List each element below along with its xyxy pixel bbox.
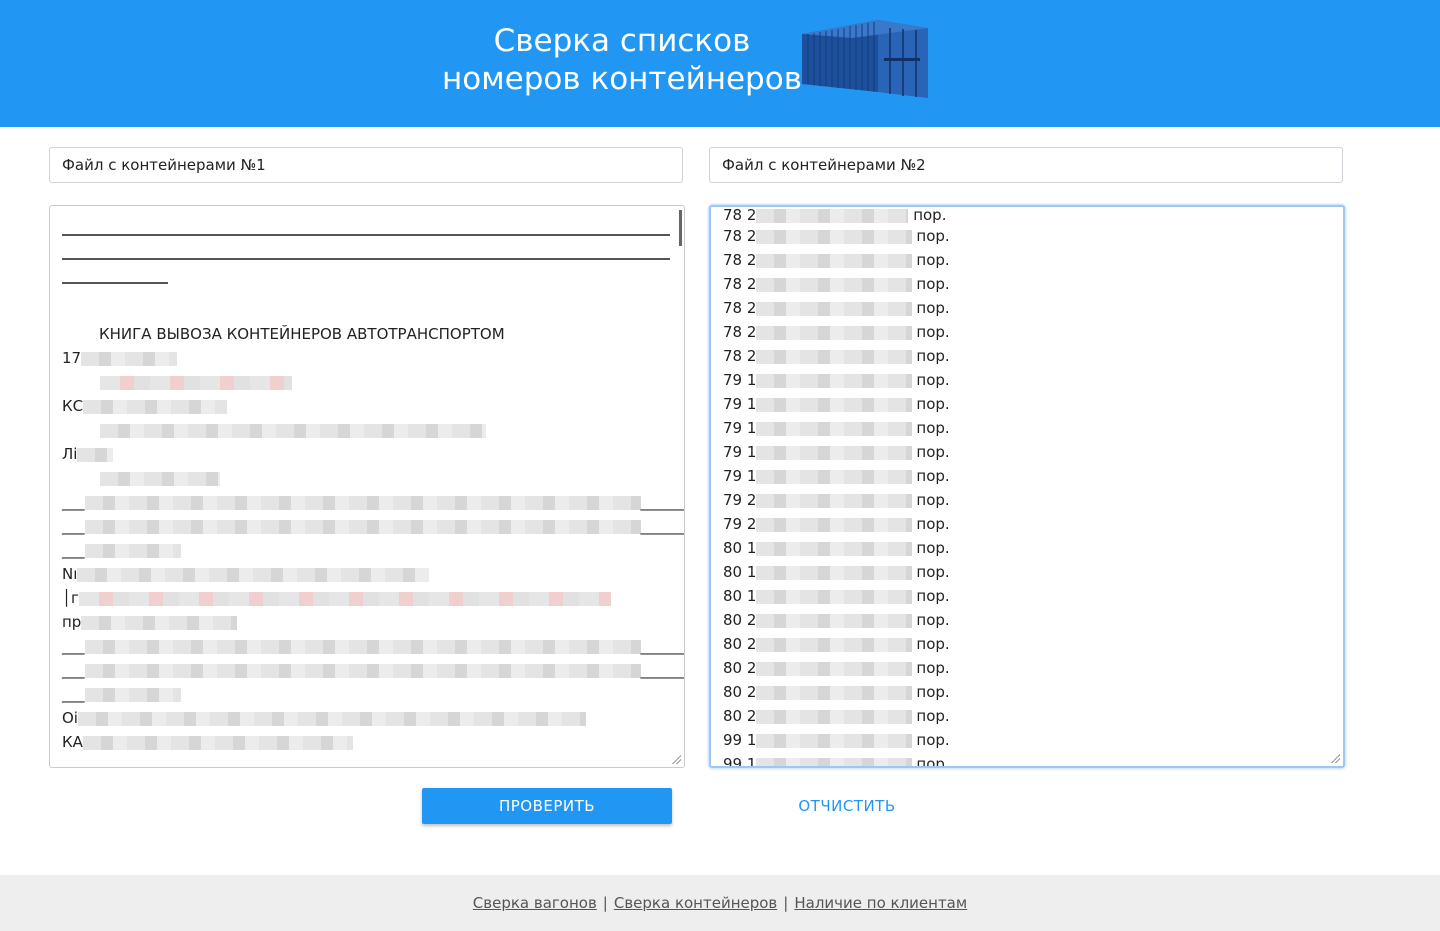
text-line [62, 466, 670, 490]
container-row: 78 2 пор. [723, 251, 950, 269]
container-row: 79 1 пор. [723, 395, 950, 413]
container-row: 79 2 пор. [723, 491, 950, 509]
resize-handle-icon[interactable] [1330, 753, 1340, 763]
container-row: 78 2 пор. [723, 323, 950, 341]
text-line: 78 2 пор. [723, 206, 947, 224]
container-row: 80 1 пор. [723, 539, 950, 557]
text-line [62, 418, 670, 442]
containers-textarea-2[interactable]: 78 2 пор. 78 2 пор. 78 2 пор. 78 2 пор. 78 2 пор… [709, 205, 1345, 768]
page-title: Сверка списков номеров контейнеров [440, 22, 804, 98]
text-line: ___ [62, 538, 670, 562]
container-row: 80 2 пор. [723, 707, 950, 725]
container-row: 78 2 пор. [723, 227, 950, 245]
title-line-2: номеров контейнеров [442, 61, 802, 97]
footer-separator: | [783, 894, 789, 912]
check-button[interactable]: ПРОВЕРИТЬ [422, 788, 672, 824]
container-row: 79 1 пор. [723, 443, 950, 461]
container-row: 80 2 пор. [723, 635, 950, 653]
container-row: 80 2 пор. [723, 683, 950, 701]
footer-link-containers[interactable]: Сверка контейнеров [614, 894, 777, 912]
file2-field[interactable]: Файл с контейнерами №2 [709, 147, 1343, 183]
text-line: ___ ______ [62, 661, 685, 679]
text-line: ___ ______ [62, 517, 685, 535]
file2-label: Файл с контейнерами №2 [722, 156, 926, 174]
container-row: 78 2 пор. [723, 299, 950, 317]
resize-handle-icon[interactable] [671, 754, 681, 764]
container-row: 99 1 пор. [723, 752, 1329, 766]
text-line: пр [62, 610, 670, 634]
container-row: 79 1 пор. [723, 419, 950, 437]
container-row: 78 2 пор. [723, 275, 950, 293]
text-line: 17 [62, 346, 670, 370]
container-row: 79 1 пор. [723, 467, 950, 485]
text-line: КА [62, 730, 670, 754]
text-line: ___ ______ [62, 637, 685, 655]
text-line: ___ [62, 682, 670, 706]
container-row: 80 2 пор. [723, 659, 950, 677]
container-row: 79 2 пор. [723, 515, 950, 533]
container-row: 78 2 пор. [723, 347, 950, 365]
container-row: 80 1 пор. [723, 563, 950, 581]
container-row: 99 1 пор. [723, 731, 950, 749]
title-line-1: Сверка списков [493, 23, 751, 59]
container-row: 79 1 пор. [723, 371, 950, 389]
book-heading: КНИГА ВЫВОЗА КОНТЕЙНЕРОВ АВТОТРАНСПОРТОМ [99, 325, 505, 343]
file1-field[interactable]: Файл с контейнерами №1 [49, 147, 683, 183]
text-line: ___ ______ [62, 493, 685, 511]
containers-textarea-1[interactable]: КНИГА ВЫВОЗА КОНТЕЙНЕРОВ АВТОТРАНСПОРТОМ… [49, 205, 685, 768]
text-line: Оі [62, 706, 670, 730]
footer-link-clients[interactable]: Наличие по клиентам [794, 894, 967, 912]
text-line: │г [62, 586, 670, 610]
container-row: 80 1 пор. [723, 587, 950, 605]
text-line: Лі [62, 442, 670, 466]
footer-link-wagons[interactable]: Сверка вагонов [473, 894, 597, 912]
text-line: КС [62, 394, 670, 418]
text-line [62, 370, 670, 394]
page-header: Сверка списков номеров контейнеров [0, 0, 1440, 127]
footer-separator: | [602, 894, 608, 912]
scrollbar-thumb[interactable] [679, 210, 682, 246]
shipping-container-icon [802, 20, 928, 98]
container-row: 80 2 пор. [723, 611, 950, 629]
text-line: Nı [62, 562, 670, 586]
footer: Сверка вагонов | Сверка контейнеров | Наличи… [0, 875, 1440, 931]
clear-button[interactable]: ОТЧИСТИТЬ [760, 788, 934, 824]
file1-label: Файл с контейнерами №1 [62, 156, 266, 174]
